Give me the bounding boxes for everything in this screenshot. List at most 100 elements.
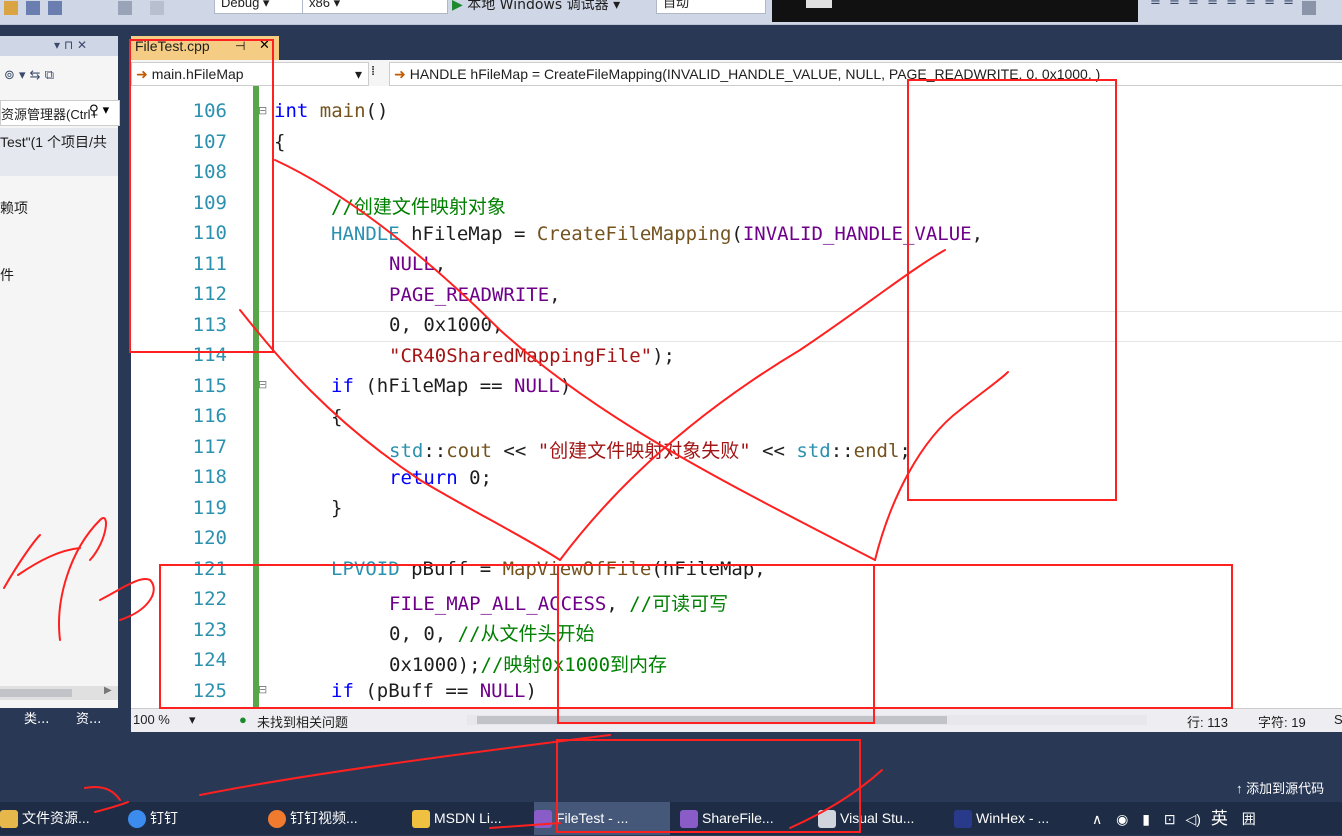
task-winhex[interactable]: WinHex - ... bbox=[954, 802, 1074, 835]
platform-dropdown[interactable]: x86 ▾ bbox=[302, 0, 448, 14]
sol-search-placeholder: 资源管理器(Ctrl+ bbox=[1, 107, 99, 122]
code-line-114: "CR40SharedMappingFile"); bbox=[389, 345, 675, 367]
chevron-up-icon[interactable]: ∧ bbox=[1092, 811, 1102, 827]
sol-search-input[interactable]: 资源管理器(Ctrl+ ⚲ ▾ bbox=[0, 100, 120, 126]
member-arrow-icon: ➜ bbox=[394, 66, 406, 82]
row-indicator: 行: 113 bbox=[1187, 715, 1228, 730]
config-label: Debug bbox=[221, 0, 260, 10]
sol-toolbar: ⊚ ▾ ⇆ ⧉ bbox=[0, 64, 118, 88]
shield-icon[interactable]: ◉ bbox=[1116, 811, 1128, 827]
add-to-source-control[interactable]: ↑ 添加到源代码 bbox=[1236, 776, 1342, 802]
network-icon[interactable]: ⊡ bbox=[1164, 811, 1176, 827]
sol-bottom-tabs: 类... 资... bbox=[0, 708, 118, 732]
scope-label: main.hFileMap bbox=[151, 66, 244, 82]
sol-scrollbar-thumb[interactable] bbox=[0, 689, 72, 697]
dingtalk-icon bbox=[128, 810, 146, 829]
tree-item-dependencies[interactable]: 赖项 bbox=[0, 198, 28, 218]
ime-indicator[interactable]: 英 bbox=[1211, 809, 1228, 828]
mode-dropdown[interactable]: 自动 bbox=[656, 0, 766, 14]
code-line-109: //创建文件映射对象 bbox=[331, 196, 506, 218]
code-line-118: return 0; bbox=[389, 467, 492, 489]
task-explorer-label: 文件资源... bbox=[22, 810, 90, 826]
breakpoint-icons[interactable]: ≡ ≡ ≡ ≡ ≡ ≡ ≡ ≡ bbox=[1150, 0, 1296, 9]
code-line-117: std::cout << "创建文件映射对象失败" << std::endl; bbox=[389, 440, 911, 462]
scope-dropdown[interactable]: ➜ main.hFileMap ▾ bbox=[131, 62, 369, 86]
sol-scrollbar[interactable]: ▶ bbox=[0, 685, 118, 700]
scroll-right-icon[interactable]: ▶ bbox=[104, 685, 112, 696]
task-visual-studio[interactable]: Visual Stu... bbox=[818, 802, 940, 835]
task-explorer[interactable]: 文件资源... bbox=[0, 802, 110, 835]
code-line-111: NULL, bbox=[389, 253, 447, 275]
task-filetest[interactable]: FileTest - ... bbox=[534, 802, 670, 835]
play-icon: ▶ bbox=[452, 0, 463, 13]
tab-resource-view[interactable]: 资... bbox=[68, 708, 109, 732]
system-tray: ∧ ◉ ▮ ⊡ ◁) 英 囲 bbox=[1092, 802, 1342, 835]
share-icon[interactable] bbox=[1302, 1, 1316, 15]
code-line-116: { bbox=[331, 406, 343, 428]
task-dingtalk-video[interactable]: 钉钉视频... bbox=[268, 802, 398, 835]
redo-icon[interactable] bbox=[150, 1, 164, 15]
undo-icon[interactable] bbox=[118, 1, 132, 15]
task-dingtalk-label: 钉钉 bbox=[150, 810, 178, 826]
col-indicator: 字符: 19 bbox=[1258, 715, 1306, 730]
start-debug-button[interactable]: ▶ 本地 Windows 调试器 ▾ bbox=[452, 0, 620, 14]
volume-icon[interactable]: ◁) bbox=[1185, 811, 1200, 827]
navigation-bar: ➜ main.hFileMap ▾ ⁞ ➜ HANDLE hFileMap = Cr… bbox=[131, 60, 1342, 87]
panel-area bbox=[0, 732, 1342, 776]
close-tab-icon[interactable]: ✕ bbox=[259, 38, 270, 53]
code-text: int main() { //创建文件映射对象 HANDLE hFileMap … bbox=[131, 86, 1342, 708]
debugger-label: 本地 Windows 调试器 bbox=[467, 0, 609, 13]
scrollbar-thumb[interactable] bbox=[477, 716, 947, 724]
code-line-107: { bbox=[274, 131, 286, 153]
editor-status-bar: 100 % ▾ ● 未找到相关问题 行: 113 字符: 19 S bbox=[131, 708, 1342, 733]
code-line-121: LPVOID pBuff = MapViewOfFile(hFileMap, bbox=[331, 558, 766, 580]
task-dingtalk[interactable]: 钉钉 bbox=[128, 802, 238, 835]
pin-tab-icon[interactable]: ⊣ bbox=[235, 39, 245, 53]
editor-tabstrip bbox=[118, 36, 1342, 60]
visual-studio-icon bbox=[534, 810, 552, 829]
member-dropdown[interactable]: ➜ HANDLE hFileMap = CreateFileMapping(INV… bbox=[389, 62, 1342, 86]
tab-filetest[interactable]: FileTest.cpp ⊣ ✕ bbox=[131, 36, 279, 60]
search-icon: ⚲ ▾ bbox=[89, 103, 110, 118]
video-icon bbox=[268, 810, 286, 829]
tab-filetest-label: FileTest.cpp bbox=[135, 38, 210, 54]
zoom-chevron-icon[interactable]: ▾ bbox=[189, 712, 196, 728]
code-line-113: 0, 0x1000, bbox=[389, 314, 504, 336]
horizontal-scrollbar[interactable] bbox=[467, 715, 1147, 725]
add-source-label: 添加到源代码 bbox=[1246, 781, 1325, 796]
help-icon bbox=[412, 810, 430, 829]
code-line-122: FILE_MAP_ALL_ACCESS, //可读可写 bbox=[389, 593, 729, 615]
code-line-106: int main() bbox=[274, 100, 389, 122]
task-filetest-label: FileTest - ... bbox=[556, 810, 629, 826]
solution-label: Test"(1 个项目/共 bbox=[0, 134, 107, 150]
tree-item-files[interactable]: 件 bbox=[0, 265, 14, 285]
task-sharefile[interactable]: ShareFile... bbox=[680, 802, 800, 835]
code-line-110: HANDLE hFileMap = CreateFileMapping(INVA… bbox=[331, 223, 984, 245]
save-all-icon[interactable] bbox=[48, 1, 62, 15]
task-msdn-label: MSDN Li... bbox=[434, 810, 502, 826]
window-icon bbox=[818, 810, 836, 829]
check-icon: ● bbox=[239, 712, 247, 727]
folder-icon bbox=[0, 810, 18, 829]
usb-icon[interactable]: ▮ bbox=[1142, 811, 1150, 827]
arrow-up-icon: ↑ bbox=[1236, 781, 1243, 796]
ime-mode-icon[interactable]: 囲 bbox=[1242, 811, 1256, 827]
task-sharefile-label: ShareFile... bbox=[702, 810, 774, 826]
issues-label[interactable]: 未找到相关问题 bbox=[257, 712, 348, 731]
save-icon[interactable] bbox=[26, 1, 40, 15]
code-line-119: } bbox=[331, 497, 343, 519]
folder-icon[interactable] bbox=[4, 1, 18, 15]
splitter-icon[interactable]: ⁞ bbox=[371, 64, 375, 79]
winhex-icon bbox=[954, 810, 972, 829]
code-line-125: if (pBuff == NULL) bbox=[331, 680, 537, 702]
config-dropdown[interactable]: Debug ▾ bbox=[214, 0, 306, 14]
pin-icon[interactable]: ▾ ⊓ ✕ bbox=[54, 38, 87, 52]
chevron-down-icon: ▾ bbox=[354, 66, 362, 82]
taskbar: 文件资源... 钉钉 钉钉视频... MSDN Li... FileTest -… bbox=[0, 802, 1342, 835]
sol-solution-row[interactable]: Test"(1 个项目/共 bbox=[0, 128, 118, 176]
tab-class-view[interactable]: 类... bbox=[16, 708, 57, 732]
zoom-dropdown[interactable]: 100 % bbox=[133, 712, 170, 727]
task-msdn[interactable]: MSDN Li... bbox=[412, 802, 524, 835]
sync-icon[interactable]: ⊚ ▾ ⇆ ⧉ bbox=[4, 68, 54, 83]
scope-arrow-icon: ➜ bbox=[136, 66, 148, 82]
